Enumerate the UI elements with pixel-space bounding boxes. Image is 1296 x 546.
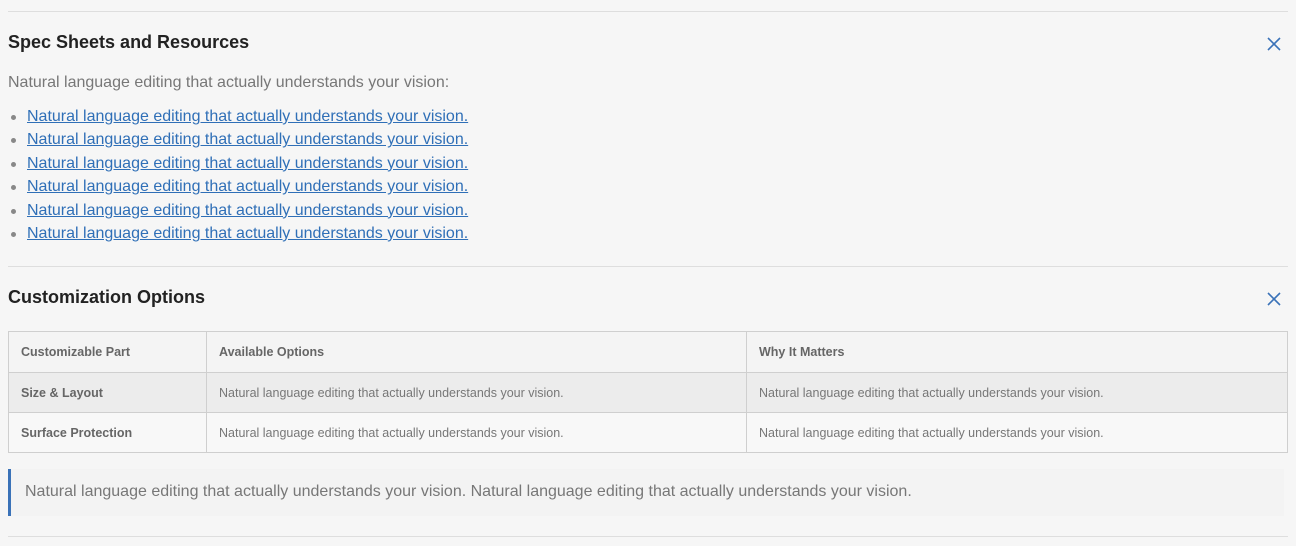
column-header-options: Available Options [206,331,747,373]
list-item: Natural language editing that actually u… [8,200,468,223]
table-cell-options: Natural language editing that actually u… [206,412,747,453]
page: Spec Sheets and Resources Natural langua… [0,0,1296,546]
bottom-divider [8,536,1288,537]
close-icon [1267,292,1281,306]
list-item: Natural language editing that actually u… [8,176,468,199]
customization-table: Customizable Part Available Options Why … [8,331,1288,453]
customization-note: Natural language editing that actually u… [8,469,1284,516]
column-header-part: Customizable Part [8,331,207,373]
table-cell-part: Size & Layout [8,372,207,413]
list-item: Natural language editing that actually u… [8,106,468,129]
table-cell-part: Surface Protection [8,412,207,453]
resource-link-2[interactable]: Natural language editing that actually u… [27,131,468,148]
table-row: Size & Layout Natural language editing t… [8,372,1288,413]
list-item: Natural language editing that actually u… [8,223,468,246]
spec-sheets-close-button[interactable] [1266,36,1284,54]
spec-sheets-title: Spec Sheets and Resources [8,32,250,52]
section-divider [8,266,1288,267]
spec-sheets-intro: Natural language editing that actually u… [8,74,450,91]
column-header-why: Why It Matters [746,331,1288,373]
customization-close-button[interactable] [1266,291,1284,309]
table-cell-options: Natural language editing that actually u… [206,372,747,413]
resource-link-list: Natural language editing that actually u… [8,106,468,246]
resource-link-6[interactable]: Natural language editing that actually u… [27,225,468,242]
close-icon [1267,37,1281,51]
table-cell-why: Natural language editing that actually u… [746,412,1288,453]
list-item: Natural language editing that actually u… [8,129,468,152]
resource-link-1[interactable]: Natural language editing that actually u… [27,108,468,125]
top-divider [8,11,1288,12]
resource-link-4[interactable]: Natural language editing that actually u… [27,178,468,195]
table-cell-why: Natural language editing that actually u… [746,372,1288,413]
customization-title: Customization Options [8,287,205,307]
resource-link-3[interactable]: Natural language editing that actually u… [27,155,468,172]
table-header-row: Customizable Part Available Options Why … [8,331,1288,373]
table-row: Surface Protection Natural language edit… [8,412,1288,453]
list-item: Natural language editing that actually u… [8,153,468,176]
resource-link-5[interactable]: Natural language editing that actually u… [27,202,468,219]
